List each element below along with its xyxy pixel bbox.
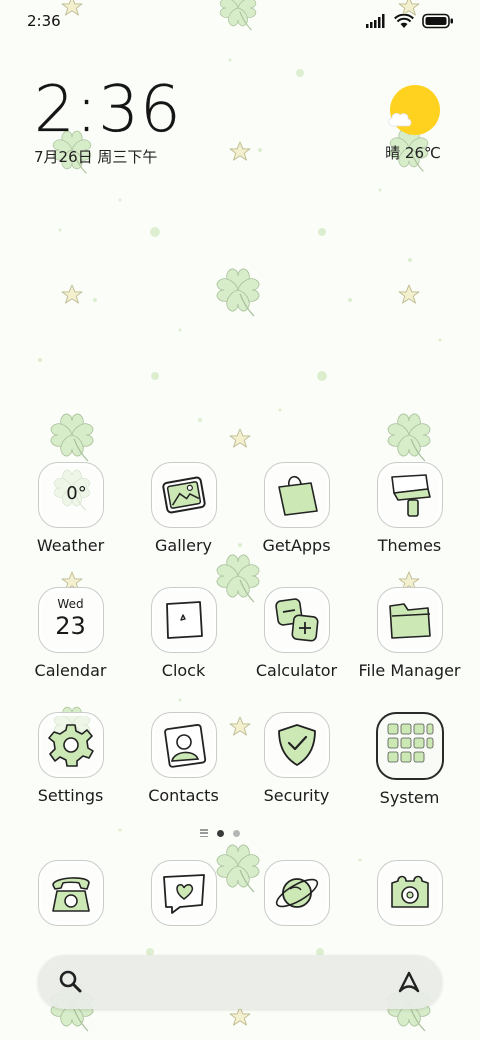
shopping-bag-icon	[263, 462, 330, 528]
folder-grid-icon	[375, 712, 444, 780]
browser-icon	[263, 860, 330, 926]
weather-icon-temp: 0°	[66, 483, 87, 504]
dock	[14, 860, 466, 926]
search-icon	[59, 970, 82, 993]
status-icons	[366, 11, 454, 31]
folder-icon	[376, 587, 443, 653]
app-grid: 0° Weather Gallery GetApps Themes Wed 23…	[14, 462, 466, 837]
app-getapps[interactable]: GetApps	[240, 462, 353, 587]
app-security[interactable]: Security	[240, 712, 353, 837]
assistant-icon[interactable]	[394, 969, 424, 995]
app-gallery[interactable]: Gallery	[127, 462, 240, 587]
status-time: 2:36	[27, 12, 61, 30]
dock-camera[interactable]	[353, 860, 466, 926]
weather-icon: 0°	[37, 462, 104, 528]
app-settings[interactable]: Settings	[14, 712, 127, 837]
wifi-icon	[394, 13, 414, 28]
app-label: Security	[263, 786, 330, 805]
dock-messages[interactable]	[127, 860, 240, 926]
date-text: 7月26日 周三下午	[34, 148, 158, 166]
app-label: Themes	[377, 536, 442, 555]
clock-widget[interactable]: 2:36 7月26日 周三下午	[34, 78, 182, 167]
gallery-icon	[150, 462, 217, 528]
calendar-day: Wed	[57, 597, 84, 611]
app-contacts[interactable]: Contacts	[127, 712, 240, 837]
sun-cloud-icon	[388, 85, 440, 135]
search-bar[interactable]	[38, 955, 442, 1009]
big-clock-time: 2:36	[34, 73, 182, 147]
list-view-icon	[200, 829, 208, 837]
dock-phone[interactable]	[14, 860, 127, 926]
page-dot	[233, 829, 240, 837]
app-label: Settings	[37, 786, 104, 805]
shield-icon	[263, 712, 330, 778]
app-label: Calendar	[34, 661, 107, 680]
app-themes[interactable]: Themes	[353, 462, 466, 587]
calendar-date: 23	[55, 612, 86, 640]
app-label: GetApps	[262, 536, 331, 555]
dock-browser[interactable]	[240, 860, 353, 926]
brush-icon	[376, 462, 443, 528]
app-file-manager[interactable]: File Manager	[353, 587, 466, 712]
weather-text: 晴 26℃	[385, 144, 441, 162]
contact-icon	[150, 712, 217, 778]
message-icon	[150, 860, 217, 926]
app-label: File Manager	[358, 661, 461, 680]
app-weather[interactable]: 0° Weather	[14, 462, 127, 587]
signal-icon	[366, 14, 385, 28]
calculator-icon	[263, 587, 330, 653]
app-label: Gallery	[155, 536, 212, 555]
app-system-folder[interactable]: System	[353, 712, 466, 837]
page-dot-active	[217, 829, 224, 837]
weather-widget[interactable]: 晴 26℃	[380, 82, 446, 168]
page-indicator[interactable]	[200, 829, 240, 837]
app-label: Clock	[161, 661, 206, 680]
clock-icon	[150, 587, 217, 653]
status-bar: 2:36	[0, 0, 480, 44]
calendar-icon: Wed 23	[37, 587, 104, 653]
app-label: Weather	[36, 536, 105, 555]
app-calculator[interactable]: Calculator	[240, 587, 353, 712]
app-clock[interactable]: Clock	[127, 587, 240, 712]
app-calendar[interactable]: Wed 23 Calendar	[14, 587, 127, 712]
battery-icon	[422, 13, 453, 29]
gear-icon	[37, 712, 104, 778]
app-label: System	[379, 788, 440, 807]
app-label: Contacts	[148, 786, 219, 805]
camera-icon	[376, 860, 443, 926]
phone-icon	[37, 860, 104, 926]
app-label: Calculator	[255, 661, 338, 680]
